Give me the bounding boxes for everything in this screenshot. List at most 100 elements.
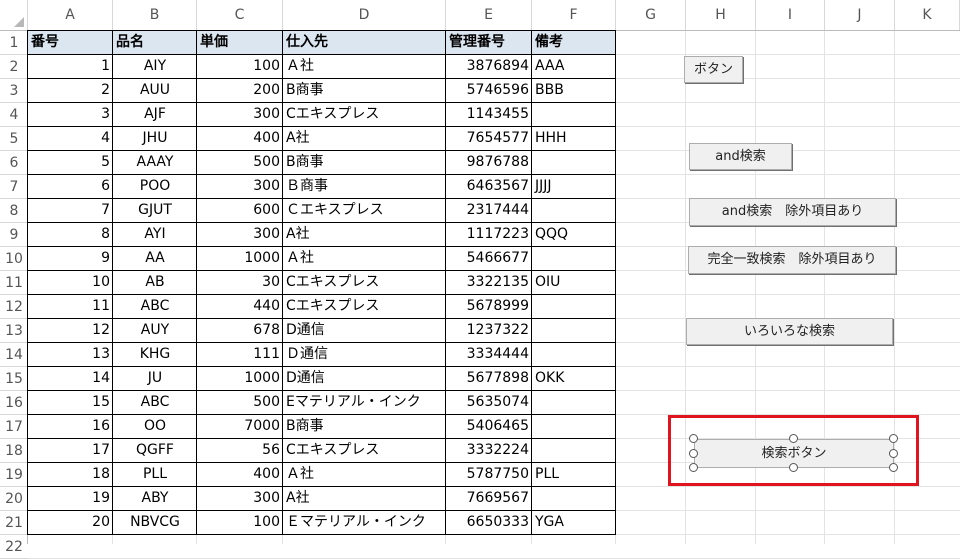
select-all-corner[interactable] xyxy=(0,0,28,31)
table-cell[interactable]: 5466677 xyxy=(446,247,532,271)
table-cell[interactable]: 5787750 xyxy=(446,463,532,487)
row-header-11[interactable]: 11 xyxy=(0,271,28,295)
table-cell[interactable]: BBB xyxy=(532,79,616,103)
exact-search-exclude-button[interactable]: 完全一致検索 除外項目あり xyxy=(688,246,896,274)
table-cell[interactable]: 4 xyxy=(28,127,113,151)
table-cell[interactable] xyxy=(532,199,616,223)
table-cell[interactable]: 500 xyxy=(197,391,283,415)
table-cell[interactable] xyxy=(532,415,616,439)
table-cell[interactable]: ABC xyxy=(113,295,197,319)
table-cell[interactable] xyxy=(532,487,616,511)
table-cell[interactable]: Cエキスプレス xyxy=(283,103,446,127)
row-header-14[interactable]: 14 xyxy=(0,343,28,367)
header-cell[interactable]: 品名 xyxy=(113,31,197,55)
table-cell[interactable]: 5746596 xyxy=(446,79,532,103)
table-cell[interactable]: 9 xyxy=(28,247,113,271)
table-cell[interactable]: 100 xyxy=(197,511,283,535)
table-cell[interactable]: 18 xyxy=(28,463,113,487)
table-cell[interactable]: Ｃエキスプレス xyxy=(283,199,446,223)
row-header-13[interactable]: 13 xyxy=(0,319,28,343)
table-cell[interactable]: OO xyxy=(113,415,197,439)
table-cell[interactable]: 400 xyxy=(197,463,283,487)
table-cell[interactable]: Ａ社 xyxy=(283,463,446,487)
table-cell[interactable]: Cエキスプレス xyxy=(283,295,446,319)
table-cell[interactable]: 3334444 xyxy=(446,343,532,367)
table-cell[interactable]: B商事 xyxy=(283,151,446,175)
table-cell[interactable]: Cエキスプレス xyxy=(283,271,446,295)
table-cell[interactable]: 8 xyxy=(28,223,113,247)
table-cell[interactable]: Eマテリアル・インク xyxy=(283,391,446,415)
row-header-5[interactable]: 5 xyxy=(0,127,28,151)
table-cell[interactable]: 20 xyxy=(28,511,113,535)
table-cell[interactable]: 3332224 xyxy=(446,439,532,463)
table-cell[interactable]: HHH xyxy=(532,127,616,151)
row-header-10[interactable]: 10 xyxy=(0,247,28,271)
header-cell[interactable]: 仕入先 xyxy=(283,31,446,55)
table-cell[interactable]: D通信 xyxy=(283,319,446,343)
table-cell[interactable]: 1237322 xyxy=(446,319,532,343)
table-cell[interactable]: 5677898 xyxy=(446,367,532,391)
row-header-9[interactable]: 9 xyxy=(0,223,28,247)
column-header-k[interactable]: K xyxy=(895,0,960,31)
table-cell[interactable]: AYI xyxy=(113,223,197,247)
table-cell[interactable]: GJUT xyxy=(113,199,197,223)
table-cell[interactable]: 5678999 xyxy=(446,295,532,319)
table-cell[interactable] xyxy=(532,439,616,463)
table-cell[interactable]: 5 xyxy=(28,151,113,175)
table-cell[interactable]: 30 xyxy=(197,271,283,295)
table-cell[interactable]: 2 xyxy=(28,79,113,103)
table-cell[interactable]: OIU xyxy=(532,271,616,295)
table-cell[interactable]: 11 xyxy=(28,295,113,319)
table-cell[interactable] xyxy=(532,295,616,319)
column-header-e[interactable]: E xyxy=(446,0,532,31)
table-cell[interactable]: AAAY xyxy=(113,151,197,175)
table-cell[interactable]: 14 xyxy=(28,367,113,391)
table-cell[interactable]: Ａ社 xyxy=(283,247,446,271)
row-header-18[interactable]: 18 xyxy=(0,439,28,463)
column-header-f[interactable]: F xyxy=(532,0,616,31)
table-cell[interactable]: 16 xyxy=(28,415,113,439)
table-cell[interactable] xyxy=(532,343,616,367)
table-cell[interactable]: 300 xyxy=(197,487,283,511)
table-cell[interactable]: JU xyxy=(113,367,197,391)
table-cell[interactable]: 1143455 xyxy=(446,103,532,127)
row-header-16[interactable]: 16 xyxy=(0,391,28,415)
table-cell[interactable]: 9876788 xyxy=(446,151,532,175)
table-cell[interactable]: Cエキスプレス xyxy=(283,439,446,463)
table-cell[interactable]: 600 xyxy=(197,199,283,223)
row-header-22[interactable]: 22 xyxy=(0,535,28,559)
table-cell[interactable]: B商事 xyxy=(283,415,446,439)
table-cell[interactable]: 7654577 xyxy=(446,127,532,151)
table-cell[interactable]: 300 xyxy=(197,103,283,127)
table-cell[interactable]: AAA xyxy=(532,55,616,79)
table-cell[interactable]: AUU xyxy=(113,79,197,103)
column-header-c[interactable]: C xyxy=(197,0,283,31)
table-cell[interactable]: AB xyxy=(113,271,197,295)
table-cell[interactable]: B商事 xyxy=(283,79,446,103)
and-search-button[interactable]: and検索 xyxy=(689,143,792,170)
row-header-12[interactable]: 12 xyxy=(0,295,28,319)
column-header-h[interactable]: H xyxy=(686,0,756,31)
table-cell[interactable]: 13 xyxy=(28,343,113,367)
column-header-i[interactable]: I xyxy=(756,0,825,31)
table-cell[interactable]: OKK xyxy=(532,367,616,391)
table-cell[interactable]: D通信 xyxy=(283,367,446,391)
table-cell[interactable]: Ａ社 xyxy=(283,55,446,79)
table-cell[interactable]: 1 xyxy=(28,55,113,79)
table-cell[interactable]: Ｄ通信 xyxy=(283,343,446,367)
various-search-button[interactable]: いろいろな検索 xyxy=(686,318,893,345)
row-header-7[interactable]: 7 xyxy=(0,175,28,199)
row-header-1[interactable]: 1 xyxy=(0,31,28,55)
row-header-4[interactable]: 4 xyxy=(0,103,28,127)
table-cell[interactable]: 1000 xyxy=(197,367,283,391)
table-cell[interactable]: AUY xyxy=(113,319,197,343)
row-header-19[interactable]: 19 xyxy=(0,463,28,487)
table-cell[interactable]: 678 xyxy=(197,319,283,343)
table-cell[interactable]: 100 xyxy=(197,55,283,79)
column-header-j[interactable]: J xyxy=(825,0,895,31)
row-header-2[interactable]: 2 xyxy=(0,55,28,79)
table-cell[interactable]: 7 xyxy=(28,199,113,223)
table-cell[interactable]: 3876894 xyxy=(446,55,532,79)
table-cell[interactable]: 17 xyxy=(28,439,113,463)
table-cell[interactable]: 19 xyxy=(28,487,113,511)
